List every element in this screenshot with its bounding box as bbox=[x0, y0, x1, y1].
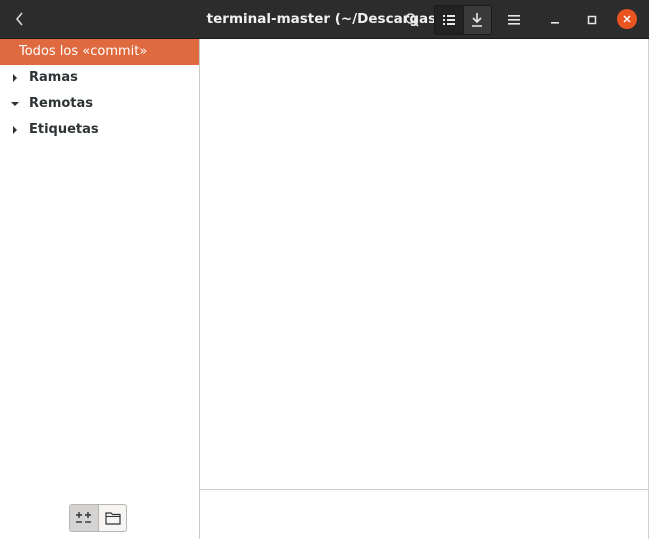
back-icon bbox=[15, 12, 23, 26]
diff-toggle-button[interactable] bbox=[69, 504, 98, 532]
expander-collapsed-icon[interactable] bbox=[11, 74, 19, 82]
sidebar-item-all-commits[interactable]: Todos los «commit» bbox=[0, 39, 199, 65]
maximize-icon bbox=[587, 15, 597, 25]
history-view-button[interactable] bbox=[435, 6, 463, 34]
hamburger-menu-icon bbox=[508, 15, 520, 25]
search-icon bbox=[405, 13, 419, 27]
commit-view-button[interactable] bbox=[462, 6, 492, 34]
open-folder-button[interactable] bbox=[98, 504, 127, 532]
sidebar-item-label: Etiquetas bbox=[29, 122, 99, 137]
sidebar: Todos los «commit» Ramas Remotas Etiquet… bbox=[0, 39, 200, 539]
sidebar-toolbar bbox=[69, 504, 127, 532]
back-button[interactable] bbox=[8, 6, 32, 32]
list-view-icon bbox=[442, 15, 455, 25]
history-panel bbox=[200, 39, 649, 489]
search-button[interactable] bbox=[399, 7, 425, 33]
sidebar-item-label: Remotas bbox=[29, 96, 94, 111]
minimize-button[interactable] bbox=[543, 7, 567, 33]
sidebar-item-label: Todos los «commit» bbox=[19, 44, 148, 59]
expander-collapsed-icon[interactable] bbox=[11, 126, 19, 134]
menu-button[interactable] bbox=[501, 7, 527, 33]
sidebar-item-remotes[interactable]: Remotas bbox=[0, 91, 199, 117]
expander-expanded-icon[interactable] bbox=[11, 100, 19, 108]
view-switcher bbox=[434, 5, 492, 35]
close-icon bbox=[623, 15, 631, 23]
sidebar-item-tags[interactable]: Etiquetas bbox=[0, 117, 199, 143]
sidebar-item-branches[interactable]: Ramas bbox=[0, 65, 199, 91]
minimize-icon bbox=[551, 22, 559, 24]
diff-toggle-icon bbox=[76, 512, 91, 523]
close-button[interactable] bbox=[617, 9, 637, 29]
sidebar-item-label: Ramas bbox=[29, 70, 78, 85]
headerbar: terminal-master (~/Descargas) bbox=[0, 0, 649, 39]
details-panel bbox=[200, 490, 649, 539]
download-icon bbox=[472, 13, 483, 27]
folder-icon bbox=[104, 512, 121, 525]
maximize-button[interactable] bbox=[580, 7, 604, 33]
